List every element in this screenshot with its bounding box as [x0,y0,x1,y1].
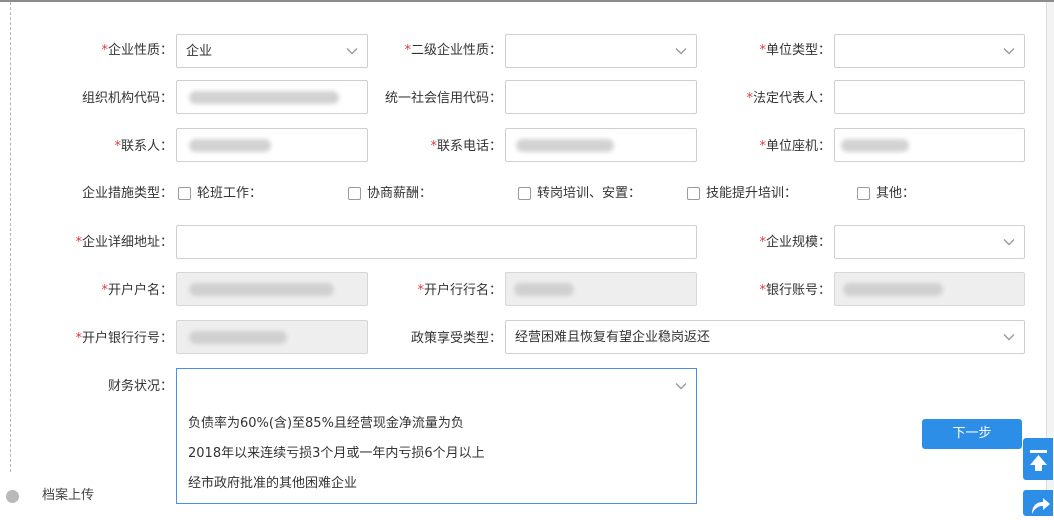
account-name-input[interactable] [176,272,368,306]
redacted-value [189,331,287,344]
chevron-down-icon [675,48,687,55]
enterprise-nature-select[interactable]: 企业 [176,34,368,68]
scale-select[interactable] [834,225,1025,259]
bank-name-label: *开户行行名： [417,283,502,298]
chevron-down-icon [346,48,358,55]
chevron-down-icon [675,383,687,390]
next-button[interactable]: 下一步 [922,419,1022,449]
bank-name-input[interactable] [505,272,697,306]
contact-label: *联系人： [114,139,173,154]
chevron-down-icon [1003,48,1015,55]
unit-type-label: *单位类型： [759,43,831,58]
checkbox[interactable] [857,187,870,200]
bank-code-input[interactable] [176,320,368,354]
account-name-label: *开户户名： [101,283,173,298]
bank-code-label: *开户银行行号： [75,331,173,346]
org-code-input[interactable] [176,80,368,114]
credit-code-label: 统一社会信用代码： [384,91,502,106]
redacted-value [841,139,909,152]
enterprise-nature-label: *企业性质： [101,43,173,58]
enterprise-nature-value: 企业 [186,44,213,59]
address-label: *企业详细地址： [75,235,173,250]
legal-rep-input[interactable] [834,80,1025,114]
secondary-nature-select[interactable] [505,34,697,68]
redacted-value [189,283,334,296]
chevron-down-icon [1003,334,1015,341]
unit-type-select[interactable] [834,34,1025,68]
contact-input[interactable] [176,128,368,162]
finance-option[interactable]: 2018年以来连续亏损3个月或一年内亏损6个月以上 [188,444,485,464]
top-border [0,0,1054,2]
redacted-value [189,139,271,152]
back-to-top-button[interactable] [1023,438,1053,480]
policy-type-select[interactable]: 经营困难且恢复有望企业稳岗返还 [505,320,1025,354]
share-button[interactable] [1023,490,1053,516]
phone-input[interactable] [505,128,697,162]
address-input[interactable] [176,225,697,259]
legal-rep-label: *法定代表人： [746,91,831,106]
policy-type-value: 经营困难且恢复有望企业稳岗返还 [515,330,711,345]
redacted-value [843,283,943,296]
org-code-label: 组织机构代码： [81,91,173,106]
measures-label: 企业措施类型： [81,186,173,201]
redacted-value [189,91,339,104]
scale-label: *企业规模： [759,235,831,250]
policy-type-label: 政策享受类型： [410,331,502,346]
checkbox[interactable] [518,187,531,200]
phone-label: *联系电话： [430,139,502,154]
timeline-dashed-line [10,2,11,472]
account-no-input[interactable] [834,272,1025,306]
redacted-value [514,283,574,296]
checkbox[interactable] [687,187,700,200]
secondary-nature-label: *二级企业性质： [404,43,502,58]
credit-code-input[interactable] [505,80,697,114]
chevron-down-icon [1003,239,1015,246]
finance-label: 财务状况： [107,379,173,394]
share-icon [1032,498,1050,514]
step-dot-icon [6,490,19,503]
checkbox[interactable] [178,187,191,200]
landline-label: *单位座机： [759,139,831,154]
account-no-label: *银行账号： [759,283,831,298]
arrow-up-icon [1030,450,1047,471]
redacted-value [516,139,614,152]
checkbox[interactable] [348,187,361,200]
finance-option[interactable]: 负债率为60%(含)至85%且经营现金净流量为负 [188,414,464,434]
archive-upload-label: 档案上传 [42,488,95,503]
finance-select[interactable]: 负债率为60%(含)至85%且经营现金净流量为负 2018年以来连续亏损3个月或… [176,368,697,504]
finance-option[interactable]: 经市政府批准的其他困难企业 [188,474,357,494]
landline-input[interactable] [834,128,1025,162]
